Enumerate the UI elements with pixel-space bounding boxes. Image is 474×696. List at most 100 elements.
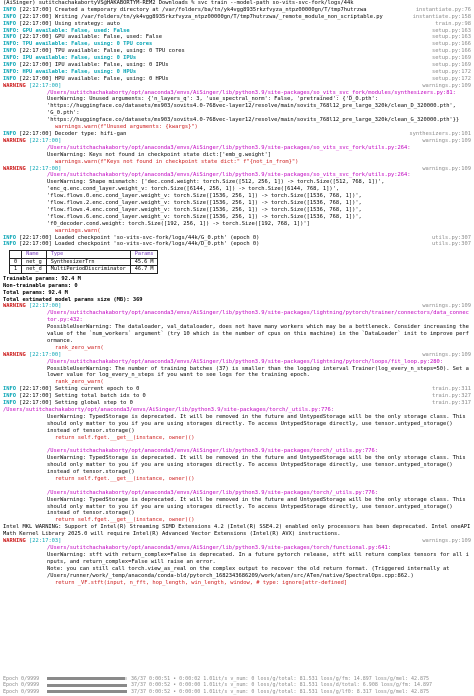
source-location: train.py:98: [435, 20, 471, 27]
param-summary-line-text: Total estimated model params size (MB): …: [3, 297, 471, 304]
checkpoint-line: INFO [22:17:00] Loaded checkpoint 'so-vi…: [3, 235, 471, 242]
log-level: INFO: [3, 393, 20, 400]
table-cell: 45.6 M: [129, 257, 159, 267]
log-line: INFO [22:17:00] TPU available: False, us…: [3, 48, 471, 55]
typed-storage-warning: /Users/sutitchachakaborty/opt/anaconda3/…: [3, 448, 471, 483]
param-summary-line-text: Non-trainable params: 0: [3, 283, 471, 290]
warning-body-line: UserWarning: Keys not found in checkpoin…: [47, 151, 271, 158]
log-level: INFO: IPU available: False, using: 0 IPU…: [3, 55, 140, 62]
warning-body-line: 'enc_q.enc.cond_layer.weight_v: torch.Si…: [47, 186, 340, 193]
checkpoint-line: INFO [22:17:00] Loaded checkpoint 'so-vi…: [3, 241, 471, 248]
typed-storage-warning: /Users/sutitchachakaborty/opt/anaconda3/…: [3, 407, 471, 442]
warning-message: UserWarning: TypedStorage is deprecated.…: [47, 496, 466, 517]
typed-storage-warning: /Users/sutitchachakaborty/opt/anaconda3/…: [3, 490, 471, 525]
log-line-text: INFO: IPU available: False, using: 0 IPU…: [3, 55, 428, 62]
param-summary-line-text: Total params: 92.4 M: [3, 290, 471, 297]
progress-track: [47, 677, 127, 681]
warning-path: /Users/sutitchachakaborty/opt/anaconda3/…: [47, 545, 392, 551]
source-location: train.py:311: [432, 386, 471, 393]
batches-warning-header: WARNING [22:17:00] warnings.py:109: [3, 352, 471, 359]
checkpoint-line-text: INFO [22:17:00] Loaded checkpoint 'so-vi…: [3, 241, 428, 248]
log-line: INFO [22:17:00] Created a temporary dire…: [3, 7, 471, 14]
log-line: INFO: TPU available: False, using: 0 TPU…: [3, 41, 471, 48]
warning-path: /Users/sutitchachakaborty/opt/anaconda3/…: [47, 89, 456, 96]
log-level: INFO: [3, 234, 20, 241]
log-message: [22:17:00] Using strategy: auto: [19, 20, 120, 27]
shell-prompt: (AiSinger) sutitchachakabortyVS@HAKABORT…: [3, 0, 471, 7]
warning-code-line: return self.fget.__get__(instance, owner…: [55, 517, 195, 524]
warning-body-line: UserWarning: stft with return_complex=Fa…: [47, 551, 469, 565]
source-location: train.py:327: [432, 393, 471, 400]
log-line: INFO [22:17:00] HPU available: False, us…: [3, 76, 471, 83]
warning-header-text: WARNING [22:17:00]: [3, 138, 418, 145]
warning-body-line: PossibleUserWarning: The dataloader, val…: [47, 324, 469, 344]
warning-level: WARNING: [3, 303, 29, 310]
log-message: [22:17:00] Setting total batch idx to 0: [19, 393, 146, 400]
epoch-progress-row: Epoch 0/9999 37/37 0:00:52 • 0:00:00 1.01…: [3, 689, 471, 696]
warning-body-line: 'G_0.pth':: [47, 110, 80, 117]
epoch-line: INFO [22:17:00] Setting current epoch to…: [3, 386, 471, 393]
warning-body-line: PossibleUserWarning: The number of train…: [47, 365, 469, 379]
table-cell: 0: [8, 257, 23, 267]
warning-header-text: WARNING [22:17:00]: [3, 352, 418, 359]
warning-body-line: Note: you can still call torch.view_as_r…: [47, 565, 450, 572]
warning-body-line: 'flow.flows.6.enc.cond_layer.weight_v: t…: [47, 213, 362, 220]
source-location: warnings.py:109: [422, 303, 471, 310]
param-summary-text: Trainable params: 92.4 M: [3, 275, 81, 282]
table-header-cell: Params: [129, 250, 159, 259]
warning-level: WARNING: [3, 137, 29, 144]
warning-code-line: warnings.warn(: [55, 227, 101, 234]
model-summary-table: Name Type Params 0 net_g SynthesizerTrn 45.6 M…: [8, 250, 159, 274]
warning-path: /Users/sutitchachakaborty/opt/anaconda3/…: [47, 144, 411, 151]
log-message: [22:17:00] Loaded checkpoint 'so-vits-sv…: [19, 241, 260, 248]
warning-level: WARNING: [3, 351, 29, 358]
source-location: setup.py:169: [432, 55, 471, 62]
log-level: INFO: [3, 34, 20, 41]
log-line-text: INFO [22:17:00] Writing /var/folders/tn/…: [3, 14, 409, 21]
param-summary-line: Total estimated model params size (MB): …: [3, 297, 471, 304]
warning-path: /Users/sutitchachakaborty/opt/anaconda3/…: [47, 172, 411, 179]
warning-header-text: WARNING [22:17:00]: [3, 166, 418, 173]
warning-code-line: rank_zero_warn(: [55, 379, 104, 386]
table-cell: 46.7 M: [129, 265, 159, 274]
table-header-cell: [8, 250, 23, 259]
table-header-cell: Name: [21, 250, 47, 259]
source-location: warnings.py:109: [422, 351, 471, 358]
epoch-line: INFO [22:17:00] Setting global step to 0…: [3, 400, 471, 407]
warning-body-line: 'https://huggingface.co/datasets/ms903/s…: [47, 117, 460, 124]
table-header-cell: Type: [45, 250, 131, 259]
warning-body-line: 'flow.flows.4.enc.cond_layer.weight_v: t…: [47, 206, 362, 213]
log-line-text: INFO [22:17:00] IPU available: False, us…: [3, 62, 428, 69]
warning-body-line: 'f0_decoder.cond.weight: torch.Size([192…: [47, 220, 310, 227]
epoch-line-text: INFO [22:17:00] Setting current epoch to…: [3, 386, 428, 393]
source-location: train.py:317: [432, 400, 471, 407]
warning-code-line: return self.fget.__get__(instance, owner…: [55, 434, 195, 441]
warning-body-line: 'flow.flows.2.enc.cond_layer.weight_v: t…: [47, 200, 362, 207]
source-location: setup.py:169: [432, 62, 471, 69]
dataloader-warning-header: WARNING [22:17:00] warnings.py:109: [3, 303, 471, 310]
keys-warning: WARNING [22:17:00] warnings.py:109/Users/…: [3, 138, 471, 166]
log-line: INFO [22:17:00] Writing /var/folders/tn/…: [3, 14, 471, 21]
log-level: INFO: TPU available: False, using: 0 TPU…: [3, 41, 156, 48]
warning-message: UserWarning: TypedStorage is deprecated.…: [47, 413, 466, 434]
warning-code-line: return self.fget.__get__(instance, owner…: [55, 475, 195, 482]
source-location: setup.py:163: [432, 27, 471, 34]
warning-code-line: rank_zero_warn(: [55, 344, 104, 351]
progress-fill: [47, 690, 127, 694]
epoch-label: Epoch 0/9999: [3, 688, 40, 695]
source-location: warnings.py:109: [422, 538, 471, 545]
batches-warning: WARNING [22:17:00] warnings.py:109/Users/…: [3, 352, 471, 387]
log-level: INFO: [3, 6, 20, 13]
log-line-text: INFO [22:17:00] GPU available: False, us…: [3, 34, 428, 41]
param-summary-line: Trainable params: 92.4 M: [3, 276, 471, 283]
table-header-row: Name Type Params: [8, 250, 159, 259]
warning-level: WARNING: [3, 165, 29, 172]
warning-code-line: return _VF.stft(input, n_fft, hop_length…: [55, 579, 348, 586]
unused-args-warning-header: WARNING [22:17:00] warnings.py:109: [3, 83, 471, 90]
param-summary-text: Non-trainable params: 0: [3, 282, 78, 289]
epoch-line-text: INFO [22:17:00] Setting total batch idx …: [3, 393, 428, 400]
log-level: INFO: [3, 48, 20, 55]
warning-time: [22:17:00]: [28, 351, 62, 358]
